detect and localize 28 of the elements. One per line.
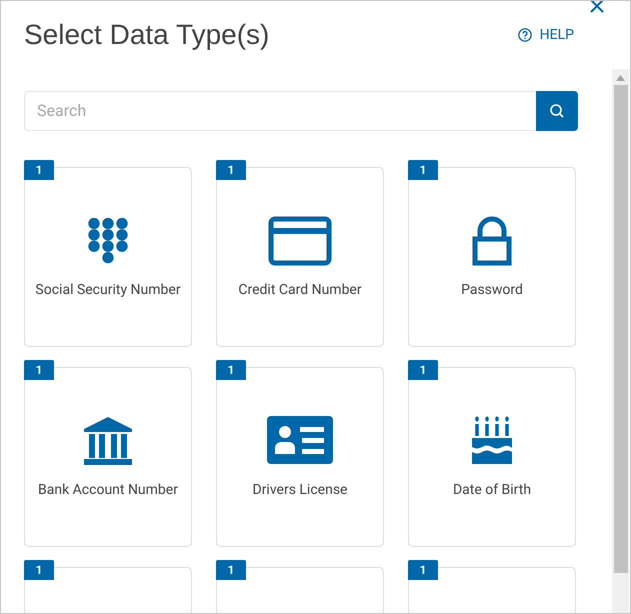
data-type-label: Date of Birth: [452, 481, 532, 500]
search-field[interactable]: Search: [24, 91, 536, 131]
help-link[interactable]: HELP: [518, 24, 574, 46]
count-badge: 1: [24, 360, 54, 380]
data-type-label: Password: [461, 281, 523, 300]
credit-card-icon: [268, 216, 332, 266]
bank-building-icon: [83, 416, 133, 466]
scrollbar[interactable]: [612, 69, 629, 613]
data-type-label: Credit Card Number: [238, 281, 362, 300]
birthday-cake-icon: [472, 416, 512, 466]
id-card-icon: [267, 416, 333, 466]
count-badge: 1: [216, 560, 246, 580]
count-badge: 1: [216, 160, 246, 180]
search-button[interactable]: [536, 91, 578, 131]
data-type-label: Drivers License: [252, 481, 348, 500]
count-badge: 1: [24, 160, 54, 180]
dialog-title: Select Data Type(s): [24, 18, 270, 52]
padlock-icon: [472, 216, 512, 266]
count-badge: 1: [408, 560, 438, 580]
count-badge: 1: [216, 360, 246, 380]
help-icon: [518, 28, 532, 42]
count-badge: 1: [408, 360, 438, 380]
data-type-label: Bank Account Number: [38, 481, 178, 500]
count-badge: 1: [408, 160, 438, 180]
count-badge: 1: [24, 560, 54, 580]
search-icon: [549, 103, 565, 119]
close-button[interactable]: [588, 1, 606, 15]
data-type-label: Social Security Number: [35, 281, 181, 300]
